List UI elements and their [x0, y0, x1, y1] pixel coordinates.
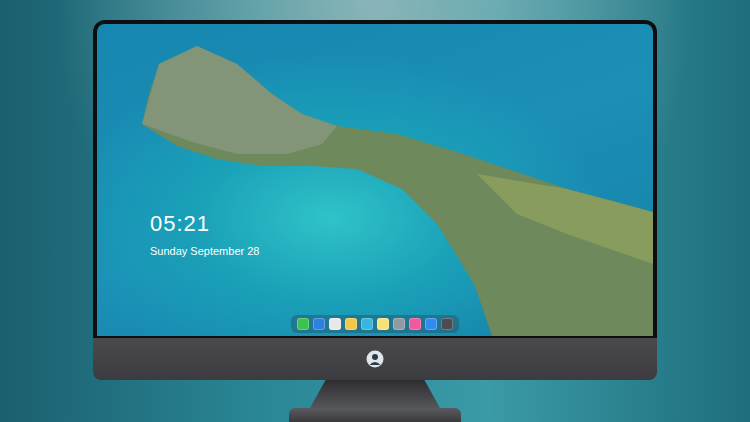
background: 05:21 Sunday September 28 — [0, 0, 750, 422]
dock — [291, 315, 459, 333]
dock-app-icon[interactable] — [441, 318, 453, 330]
dock-app-icon[interactable] — [361, 318, 373, 330]
dock-app-icon[interactable] — [409, 318, 421, 330]
monitor-chin — [93, 338, 657, 380]
island-wallpaper-icon — [97, 24, 653, 336]
avatar-logo-icon — [366, 350, 384, 368]
dock-app-icon[interactable] — [313, 318, 325, 330]
dock-app-icon[interactable] — [393, 318, 405, 330]
dock-app-icon[interactable] — [425, 318, 437, 330]
dock-app-icon[interactable] — [297, 318, 309, 330]
dock-app-icon[interactable] — [329, 318, 341, 330]
lock-screen: 05:21 Sunday September 28 — [97, 24, 653, 336]
clock-date: Sunday September 28 — [150, 245, 653, 258]
clock-time: 05:21 — [150, 211, 653, 237]
clock-panel: 05:21 Sunday September 28 — [97, 24, 653, 259]
dock-app-icon[interactable] — [345, 318, 357, 330]
monitor-frame: 05:21 Sunday September 28 — [93, 20, 657, 338]
dock-app-icon[interactable] — [377, 318, 389, 330]
monitor-base — [289, 408, 461, 422]
monitor-stand — [310, 380, 440, 408]
